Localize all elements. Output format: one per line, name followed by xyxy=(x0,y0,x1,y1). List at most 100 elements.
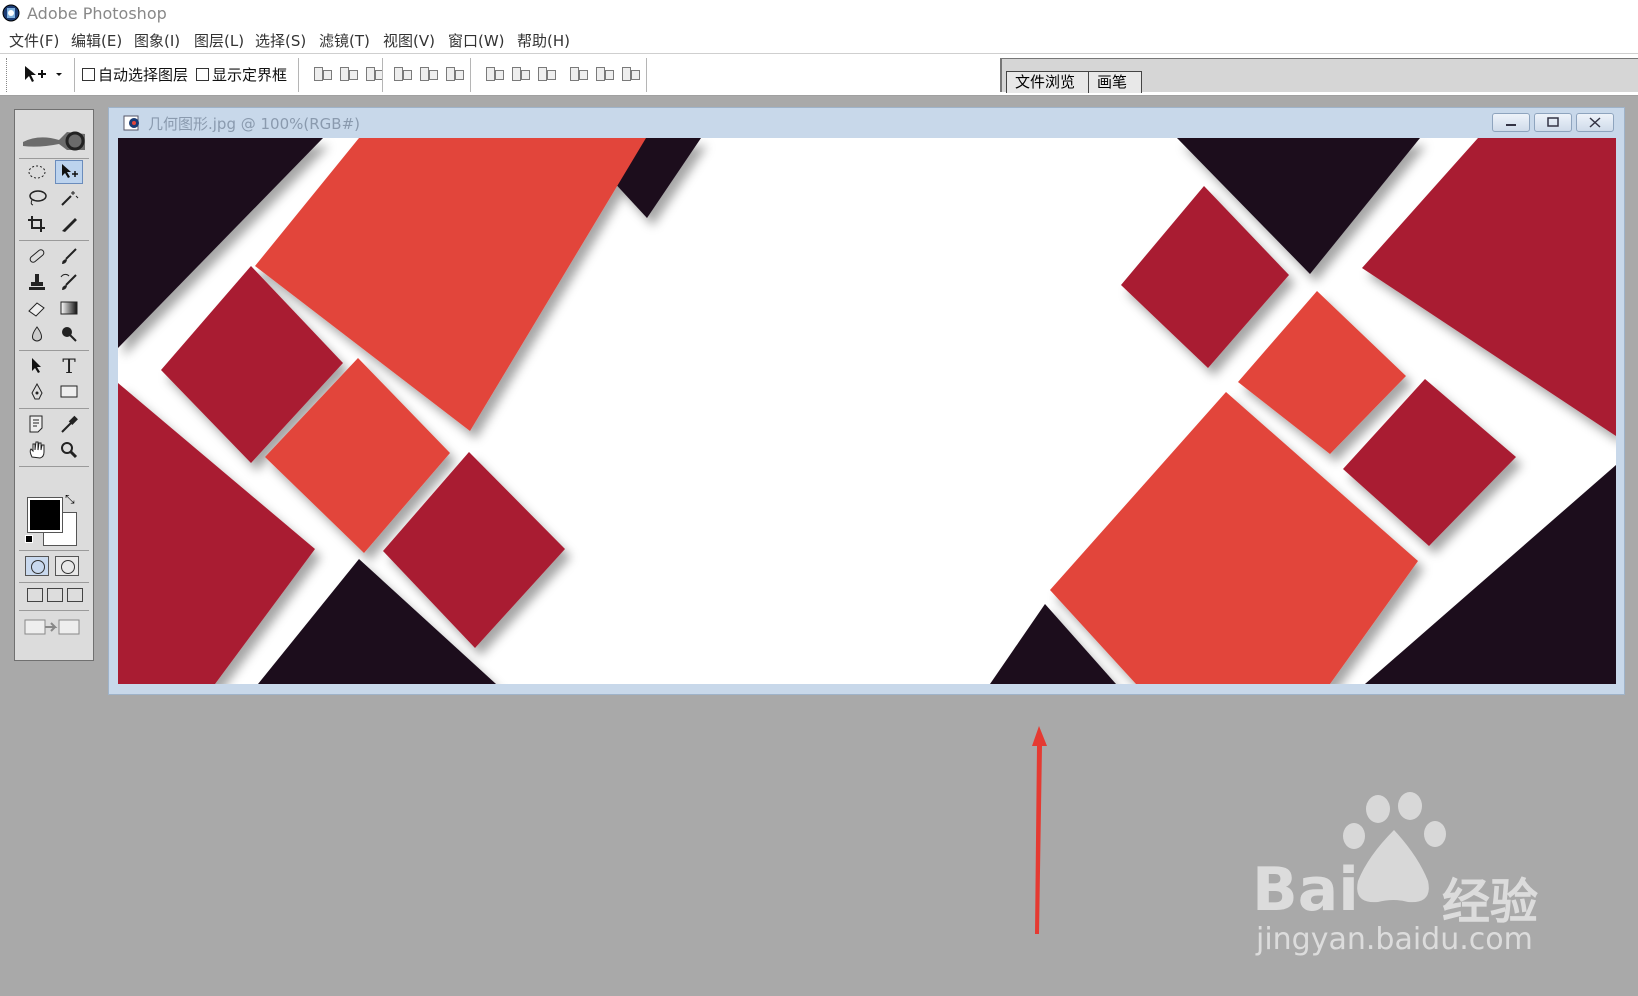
close-button[interactable] xyxy=(1576,113,1614,132)
healing-brush-tool[interactable] xyxy=(23,244,51,268)
menu-image[interactable]: 图象(I) xyxy=(134,31,180,51)
foreground-color-swatch[interactable] xyxy=(28,498,62,532)
type-tool[interactable]: T xyxy=(55,354,83,378)
close-icon xyxy=(1589,117,1601,128)
document-title-bar[interactable]: 几何图形.jpg @ 100%(RGB#) xyxy=(109,108,1624,136)
hand-tool[interactable] xyxy=(23,438,51,462)
dodge-icon xyxy=(62,327,77,342)
history-brush-tool[interactable] xyxy=(55,270,83,294)
restore-icon xyxy=(1547,117,1559,127)
menu-window[interactable]: 窗口(W) xyxy=(448,31,505,51)
rectangle-shape-icon xyxy=(60,385,78,398)
align-bottom-icon[interactable] xyxy=(364,64,384,82)
slice-tool[interactable] xyxy=(55,212,83,236)
path-selection-tool[interactable] xyxy=(23,354,51,378)
pen-tool[interactable] xyxy=(23,380,51,404)
elliptical-marquee-icon xyxy=(28,165,46,179)
toolbox-separator xyxy=(19,610,89,611)
jump-to-imageready-icon[interactable] xyxy=(23,616,83,638)
distribute-horizontal-center-icon[interactable] xyxy=(594,64,614,82)
minimize-icon xyxy=(1506,124,1516,126)
maximize-button[interactable] xyxy=(1534,113,1572,132)
default-colors-icon[interactable] xyxy=(25,535,33,543)
show-bounds-option[interactable]: 显示定界框 xyxy=(196,64,287,85)
document-icon xyxy=(123,115,139,131)
options-separator xyxy=(646,58,648,92)
lasso-icon xyxy=(29,190,47,206)
distribute-right-icon[interactable] xyxy=(620,64,640,82)
distribute-bottom-icon[interactable] xyxy=(536,64,556,82)
show-bounds-label: 显示定界框 xyxy=(212,66,288,84)
standard-screen-mode-button[interactable] xyxy=(27,588,43,602)
clone-stamp-tool[interactable] xyxy=(23,270,51,294)
brush-tool[interactable] xyxy=(55,244,83,268)
standard-mode-button[interactable] xyxy=(25,556,49,576)
magic-wand-tool[interactable] xyxy=(55,186,83,210)
document-window: 几何图形.jpg @ 100%(RGB#) xyxy=(108,107,1625,695)
auto-select-layer-checkbox[interactable] xyxy=(82,68,95,81)
options-separator xyxy=(298,58,300,92)
history-brush-icon xyxy=(60,273,77,290)
show-bounds-checkbox[interactable] xyxy=(196,68,209,81)
app-title: Adobe Photoshop xyxy=(27,4,167,23)
distribute-vertical-center-icon[interactable] xyxy=(510,64,530,82)
lasso-tool[interactable] xyxy=(23,186,51,210)
stamp-icon xyxy=(29,274,45,290)
blur-tool[interactable] xyxy=(23,322,51,346)
auto-select-layer-option[interactable]: 自动选择图层 xyxy=(82,64,188,85)
notes-tool[interactable] xyxy=(23,412,51,436)
crop-tool[interactable] xyxy=(23,212,51,236)
baidu-url-text: jingyan.baidu.com xyxy=(1256,922,1533,957)
image-canvas[interactable] xyxy=(118,138,1616,684)
brushes-tab[interactable]: 画笔 xyxy=(1088,71,1143,93)
toolbox-separator xyxy=(19,408,89,409)
magnifier-icon xyxy=(61,442,78,459)
quick-mask-mode-button[interactable] xyxy=(55,556,79,576)
eyedropper-icon xyxy=(61,415,78,433)
align-horizontal-center-icon[interactable] xyxy=(418,64,438,82)
distribute-top-icon[interactable] xyxy=(484,64,504,82)
menu-help[interactable]: 帮助(H) xyxy=(517,31,570,51)
menu-layer[interactable]: 图层(L) xyxy=(194,31,244,51)
marquee-tool[interactable] xyxy=(23,160,51,184)
menu-bar: 文件(F) 编辑(E) 图象(I) 图层(L) 选择(S) 滤镜(T) 视图(V… xyxy=(0,28,1638,54)
shape-tool[interactable] xyxy=(55,380,83,404)
baidu-logo-text: Bai xyxy=(1252,855,1359,925)
toolbox: T ⤡ xyxy=(14,109,94,661)
align-left-icon[interactable] xyxy=(392,64,412,82)
menu-select[interactable]: 选择(S) xyxy=(255,31,306,51)
menu-filter[interactable]: 滤镜(T) xyxy=(319,31,370,51)
menu-edit[interactable]: 编辑(E) xyxy=(71,31,122,51)
swap-colors-icon[interactable]: ⤡ xyxy=(65,492,75,507)
align-top-icon[interactable] xyxy=(312,64,332,82)
eraser-tool[interactable] xyxy=(23,296,51,320)
menu-file[interactable]: 文件(F) xyxy=(9,31,59,51)
align-vertical-center-icon[interactable] xyxy=(338,64,358,82)
brush-icon xyxy=(62,248,77,264)
toolbox-separator xyxy=(19,466,89,467)
move-tool[interactable] xyxy=(55,160,83,184)
move-tool-preset-icon[interactable] xyxy=(22,64,66,86)
eyedropper-tool[interactable] xyxy=(55,412,83,436)
path-selection-icon xyxy=(32,358,41,373)
auto-select-layer-label: 自动选择图层 xyxy=(98,66,189,84)
move-icon xyxy=(62,164,78,178)
distribute-left-icon[interactable] xyxy=(568,64,588,82)
menu-view[interactable]: 视图(V) xyxy=(383,31,435,51)
dodge-tool[interactable] xyxy=(55,322,83,346)
options-bar-grip[interactable] xyxy=(6,58,10,92)
full-screen-mode-button[interactable] xyxy=(67,588,83,602)
type-icon: T xyxy=(62,354,76,378)
align-sides-group xyxy=(392,64,464,82)
gradient-tool[interactable] xyxy=(55,296,83,320)
minimize-button[interactable] xyxy=(1492,113,1530,132)
water-drop-icon xyxy=(32,326,42,342)
toolbox-separator xyxy=(19,350,89,351)
toolbox-separator xyxy=(19,550,89,551)
align-right-icon[interactable] xyxy=(444,64,464,82)
zoom-tool[interactable] xyxy=(55,438,83,462)
full-screen-menu-mode-button[interactable] xyxy=(47,588,63,602)
distribute-horizontal-group xyxy=(568,64,640,82)
notes-icon xyxy=(29,415,43,433)
file-browser-tab[interactable]: 文件浏览 xyxy=(1006,71,1091,93)
